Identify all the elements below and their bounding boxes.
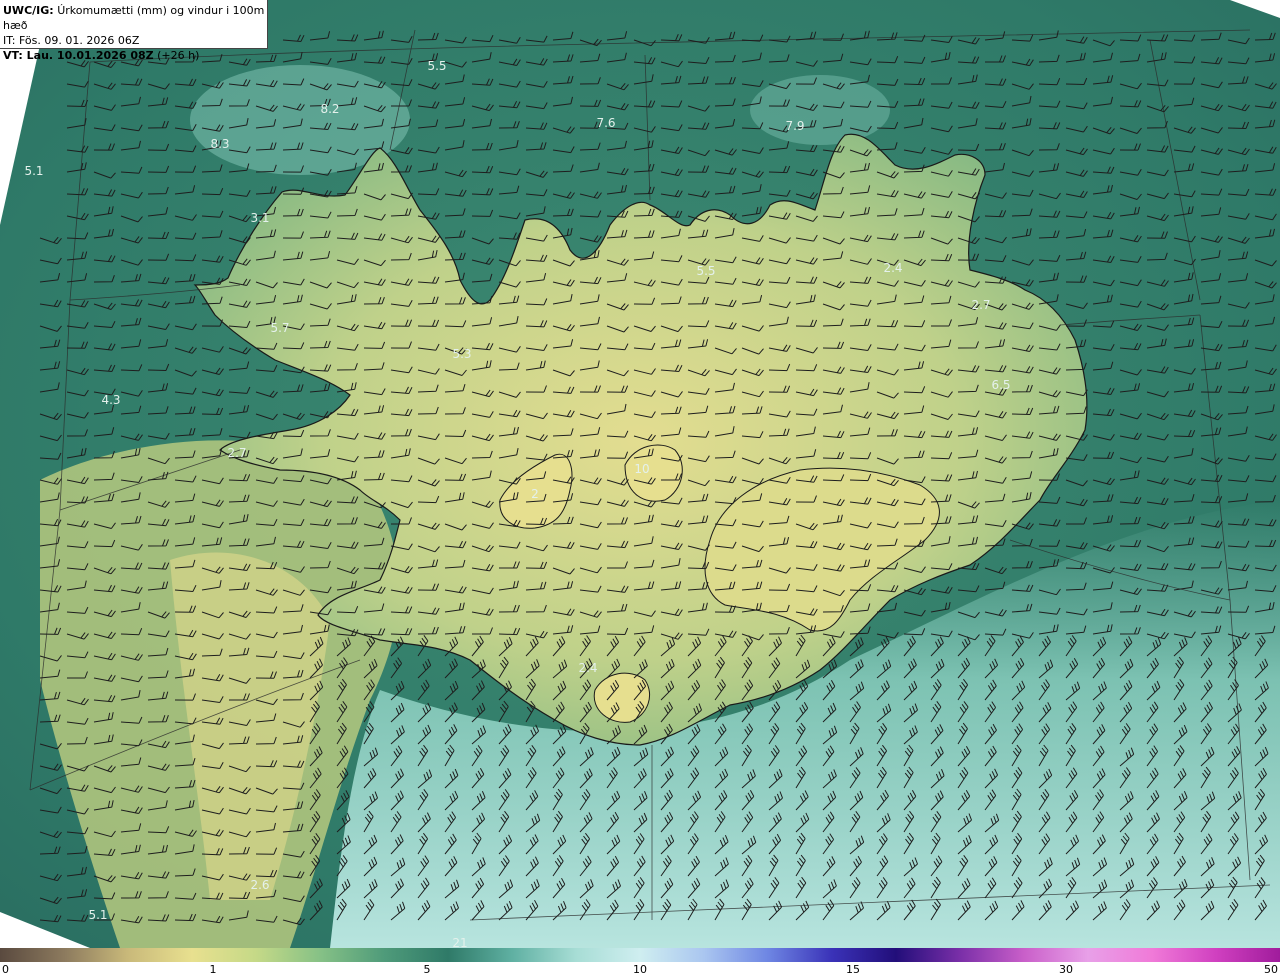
colorbar-tick: 30 (1059, 963, 1073, 976)
valid-time: VT: Lau. 10.01.2026 08Z (3, 49, 154, 62)
value-label: 5.7 (270, 321, 289, 335)
value-label: 4.3 (101, 393, 120, 407)
value-label: 2.7 (227, 446, 246, 460)
value-label: 2.6 (250, 878, 269, 892)
colorbar (0, 948, 1280, 962)
model-name: UWC/IG: (3, 4, 54, 17)
value-label: 21 (452, 936, 467, 948)
initial-time: IT: Fös. 09. 01. 2026 06Z (3, 34, 140, 47)
value-label: 5.1 (88, 908, 107, 922)
header-line-3: VT: Lau. 10.01.2026 08Z (+26 h) (3, 48, 267, 63)
value-label: 5.5 (696, 264, 715, 278)
value-label: 2.4 (883, 261, 902, 275)
colorbar-tick: 50 (1264, 963, 1278, 976)
header-box: UWC/IG: Úrkomumætti (mm) og vindur i 100… (0, 0, 268, 62)
map-area[interactable]: 5.5 8.2 7.6 7.9 8.3 5.1 3.1 5.5 2.4 2.7 5.7 5.3 6.5 4… (0, 0, 1280, 948)
value-label: 7.9 (785, 119, 804, 133)
forecast-lead: (+26 h) (157, 49, 200, 62)
colorbar-ticks: 0 1 5 10 15 30 50 (0, 962, 1280, 978)
value-label: 7.6 (596, 116, 615, 130)
value-label: 5.3 (452, 347, 471, 361)
header-line-1: UWC/IG: Úrkomumætti (mm) og vindur i 100… (3, 3, 267, 33)
weather-map: 5.5 8.2 7.6 7.9 8.3 5.1 3.1 5.5 2.4 2.7 5.7 5.3 6.5 4… (0, 0, 1280, 948)
value-label: 2.4 (578, 661, 597, 675)
value-label: 2.7 (971, 298, 990, 312)
value-label: 2 (531, 487, 539, 501)
colorbar-tick: 0 (2, 963, 9, 976)
northeast-light-patch (750, 75, 890, 145)
value-label: 6.5 (991, 378, 1010, 392)
colorbar-tick: 15 (846, 963, 860, 976)
value-label: 10 (634, 462, 649, 476)
colorbar-tick: 5 (423, 963, 431, 976)
value-label: 5.5 (427, 59, 446, 73)
value-label: 8.3 (210, 137, 229, 151)
colorbar-tick: 1 (209, 963, 217, 976)
value-label: 8.2 (320, 102, 339, 116)
value-label: 5.1 (24, 164, 43, 178)
value-label: 3.1 (250, 211, 269, 225)
colorbar-tick: 10 (633, 963, 647, 976)
